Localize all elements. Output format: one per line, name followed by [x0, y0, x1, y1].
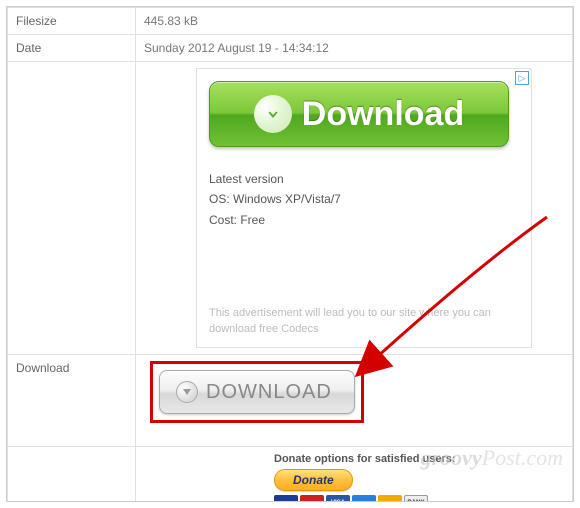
download-cell: DOWNLOAD	[136, 355, 573, 447]
download-button[interactable]: DOWNLOAD	[159, 370, 355, 414]
ad-cell: ▷ Download Latest version OS: Windows XP…	[136, 62, 573, 355]
card-maestro-icon	[274, 495, 298, 502]
payment-cards: VISA BANK	[274, 495, 564, 502]
row-filesize: Filesize 445.83 kB	[8, 8, 573, 35]
ad-text: Latest version OS: Windows XP/Vista/7 Co…	[209, 169, 519, 230]
label-donate-empty	[8, 447, 136, 503]
card-amex-icon	[352, 495, 376, 502]
ad-line2: OS: Windows XP/Vista/7	[209, 189, 519, 209]
row-download: Download DOWNLOAD	[8, 355, 573, 447]
row-date: Date Sunday 2012 August 19 - 14:34:12	[8, 35, 573, 62]
donate-heading: Donate options for satisfied users:	[274, 453, 564, 465]
ad-disclaimer: This advertisement will lead you to our …	[209, 306, 519, 337]
info-table: Filesize 445.83 kB Date Sunday 2012 Augu…	[7, 7, 573, 502]
label-filesize: Filesize	[8, 8, 136, 35]
donate-block: Donate options for satisfied users: Dona…	[274, 453, 564, 502]
row-donate: Donate options for satisfied users: Dona…	[8, 447, 573, 503]
ad-box: ▷ Download Latest version OS: Windows XP…	[196, 68, 532, 348]
value-date: Sunday 2012 August 19 - 14:34:12	[136, 35, 573, 62]
label-date: Date	[8, 35, 136, 62]
card-discover-icon	[378, 495, 402, 502]
page-frame: Filesize 445.83 kB Date Sunday 2012 Augu…	[6, 6, 574, 502]
card-visa-icon: VISA	[326, 495, 350, 502]
ad-line3: Cost: Free	[209, 210, 519, 230]
ad-download-button[interactable]: Download	[209, 81, 509, 147]
ad-download-button-label: Download	[302, 95, 464, 134]
label-ad-empty	[8, 62, 136, 355]
download-button-label: DOWNLOAD	[206, 381, 332, 404]
download-triangle-icon	[176, 381, 198, 403]
value-filesize: 445.83 kB	[136, 8, 573, 35]
donate-button[interactable]: Donate	[274, 469, 353, 491]
card-bank-icon: BANK	[404, 495, 428, 502]
card-mastercard-icon	[300, 495, 324, 502]
label-download: Download	[8, 355, 136, 447]
download-arrow-icon	[254, 95, 292, 133]
donate-cell: Donate options for satisfied users: Dona…	[136, 447, 573, 503]
highlight-box: DOWNLOAD	[150, 361, 364, 423]
ad-line1: Latest version	[209, 169, 519, 189]
adchoices-icon[interactable]: ▷	[515, 71, 529, 85]
row-ad: ▷ Download Latest version OS: Windows XP…	[8, 62, 573, 355]
